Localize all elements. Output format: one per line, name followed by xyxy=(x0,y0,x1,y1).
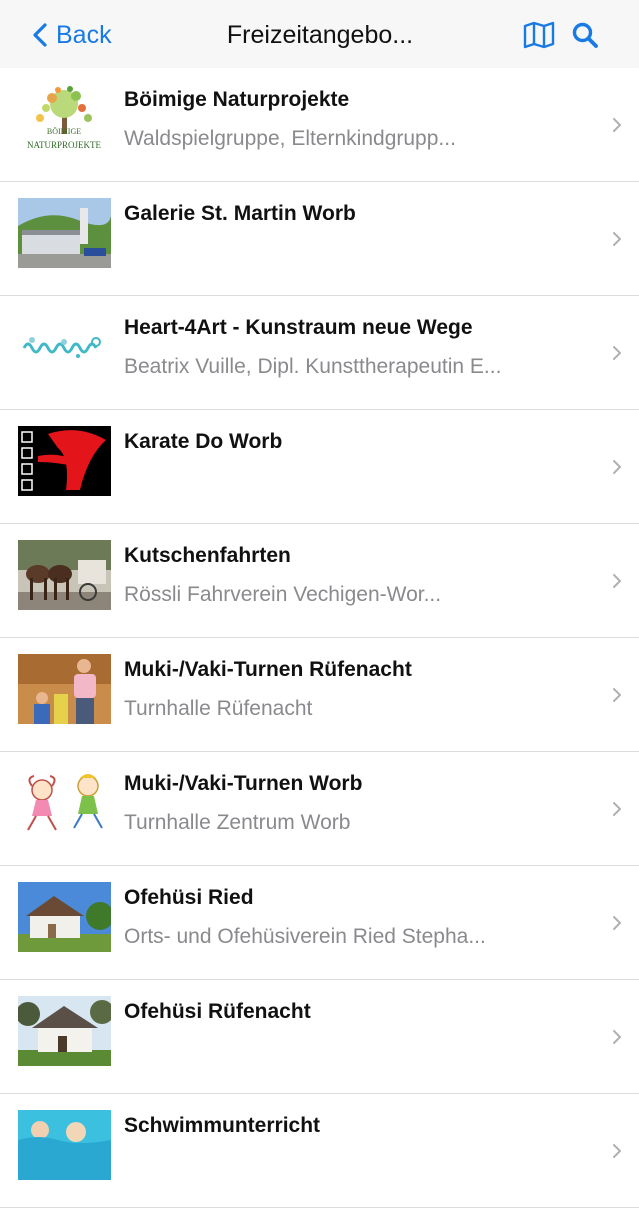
back-label: Back xyxy=(56,20,112,49)
thumbnail-gallery-photo xyxy=(18,198,111,268)
chevron-right-icon xyxy=(613,460,621,474)
list-item[interactable]: Ofehüsi Ried Orts- und Ofehüsiverein Rie… xyxy=(0,866,639,980)
item-title: Muki-/Vaki-Turnen Worb xyxy=(124,772,363,795)
logo-line-1: BÖIMIGE xyxy=(47,127,81,136)
item-title: Muki-/Vaki-Turnen Rüfenacht xyxy=(124,658,412,681)
item-subtitle: Orts- und Ofehüsiverein Ried Stepha... xyxy=(124,925,486,948)
item-title: Karate Do Worb xyxy=(124,430,283,453)
list-item[interactable]: Schwimmunterricht xyxy=(0,1094,639,1208)
item-subtitle: Turnhalle Zentrum Worb xyxy=(124,811,351,834)
list-item[interactable]: Galerie St. Martin Worb xyxy=(0,182,639,296)
chevron-right-icon xyxy=(613,574,621,588)
offer-list: BÖIMIGE NATURPROJEKTE Böimige Naturproje… xyxy=(0,68,639,1208)
back-button[interactable]: Back xyxy=(32,18,112,52)
back-chevron-icon xyxy=(33,23,47,47)
list-item[interactable]: Kutschenfahrten Rössli Fahrverein Vechig… xyxy=(0,524,639,638)
item-title: Galerie St. Martin Worb xyxy=(124,202,356,225)
page-title: Freizeitangebo... xyxy=(226,21,414,49)
list-item[interactable]: Karate Do Worb xyxy=(0,410,639,524)
thumbnail-kids-illustration xyxy=(18,768,111,838)
item-subtitle: Turnhalle Rüfenacht xyxy=(124,697,313,720)
thumbnail-boeimige-logo: BÖIMIGE NATURPROJEKTE xyxy=(18,84,111,154)
chevron-right-icon xyxy=(613,1144,621,1158)
thumbnail-ofehuesi-ried-photo xyxy=(18,882,111,952)
item-subtitle: Rössli Fahrverein Vechigen-Wor... xyxy=(124,583,442,606)
chevron-right-icon xyxy=(613,1030,621,1044)
navigation-bar: Back Freizeitangebo... xyxy=(0,0,639,68)
map-icon[interactable] xyxy=(523,21,555,49)
chevron-right-icon xyxy=(613,346,621,360)
chevron-right-icon xyxy=(613,688,621,702)
thumbnail-carriage-photo xyxy=(18,540,111,610)
list-item[interactable]: Muki-/Vaki-Turnen Worb Turnhalle Zentrum… xyxy=(0,752,639,866)
item-subtitle: Beatrix Vuille, Dipl. Kunsttherapeutin E… xyxy=(124,355,502,378)
list-item[interactable]: Heart-4Art - Kunstraum neue Wege Beatrix… xyxy=(0,296,639,410)
item-title: Ofehüsi Rüfenacht xyxy=(124,1000,311,1023)
chevron-right-icon xyxy=(613,118,621,132)
chevron-right-icon xyxy=(613,916,621,930)
item-title: Böimige Naturprojekte xyxy=(124,88,350,111)
thumbnail-ofehuesi-ruefenacht-photo xyxy=(18,996,111,1066)
list-item[interactable]: Muki-/Vaki-Turnen Rüfenacht Turnhalle Rü… xyxy=(0,638,639,752)
thumbnail-heart4art-logo xyxy=(18,312,111,382)
item-title: Heart-4Art - Kunstraum neue Wege xyxy=(124,316,473,339)
thumbnail-swimming-photo xyxy=(18,1110,111,1180)
list-item[interactable]: BÖIMIGE NATURPROJEKTE Böimige Naturproje… xyxy=(0,68,639,182)
item-subtitle: Waldspielgruppe, Elternkindgrupp... xyxy=(124,127,456,150)
item-title: Schwimmunterricht xyxy=(124,1114,321,1137)
list-item[interactable]: Ofehüsi Rüfenacht xyxy=(0,980,639,1094)
item-title: Ofehüsi Ried xyxy=(124,886,254,909)
search-icon[interactable] xyxy=(571,21,599,49)
logo-line-2: NATURPROJEKTE xyxy=(27,140,102,150)
thumbnail-gym-photo xyxy=(18,654,111,724)
item-title: Kutschenfahrten xyxy=(124,544,291,567)
chevron-right-icon xyxy=(613,802,621,816)
chevron-right-icon xyxy=(613,232,621,246)
thumbnail-karate-logo xyxy=(18,426,111,496)
